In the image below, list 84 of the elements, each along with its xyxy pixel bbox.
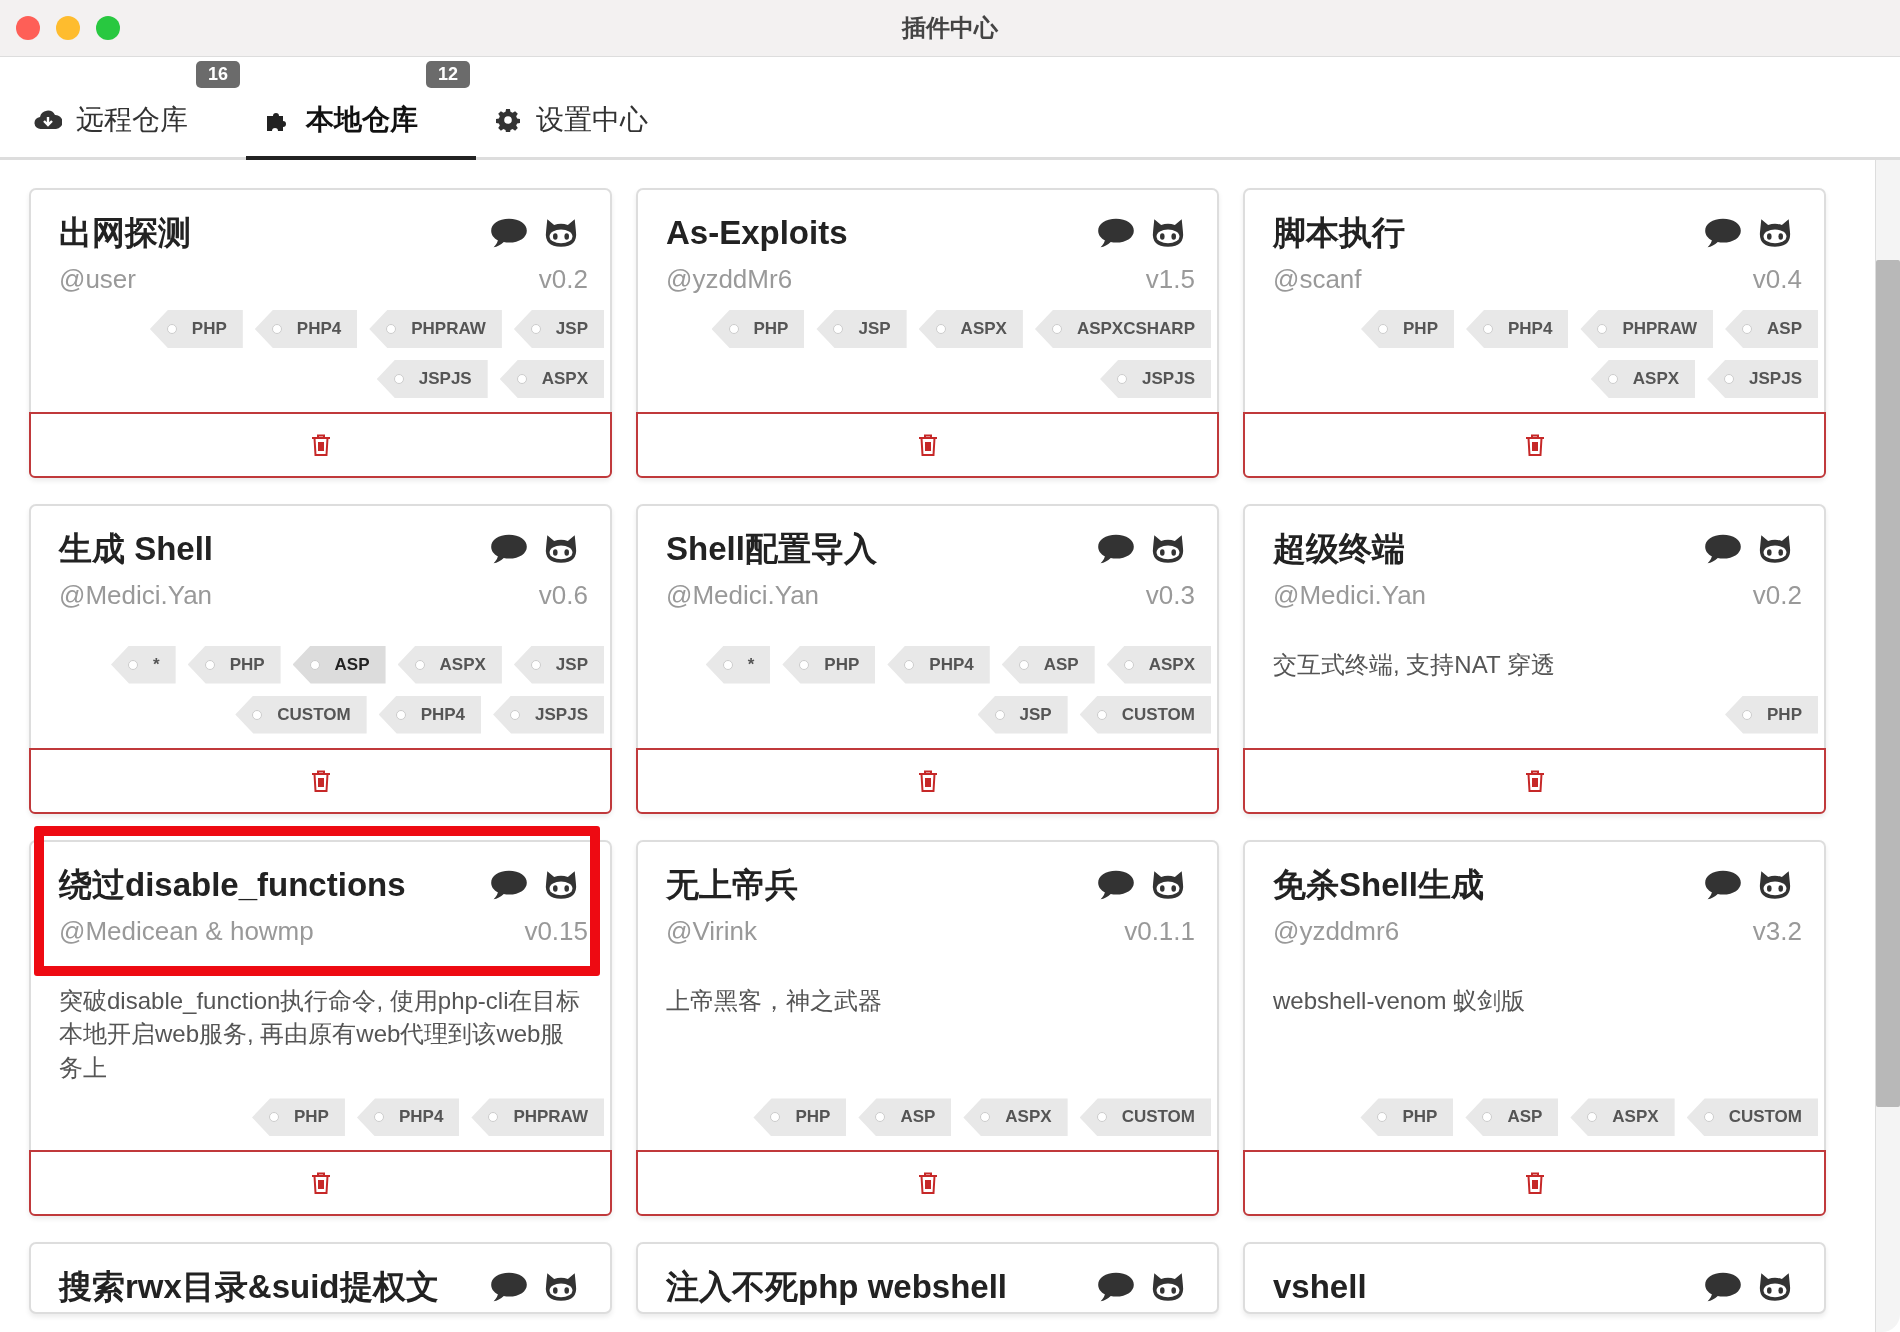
version-label: v0.15: [524, 914, 588, 948]
type-tag[interactable]: PHP4: [1466, 310, 1569, 348]
type-tag[interactable]: *: [111, 645, 176, 684]
plugin-title: 绕过disable_functions: [59, 864, 406, 905]
type-tag[interactable]: PHPRAW: [471, 1098, 604, 1137]
type-tag[interactable]: CUSTOM: [235, 695, 367, 734]
version-label: v0.3: [1145, 579, 1195, 612]
author-handle: @yzddMr6: [666, 263, 793, 296]
author-handle: @Medici.Yan: [666, 579, 820, 612]
author-handle: @user: [59, 263, 136, 296]
tab[interactable]: 本地仓库 12: [246, 57, 476, 160]
type-tag[interactable]: PHP4: [356, 1098, 460, 1137]
type-tag[interactable]: CUSTOM: [1079, 1098, 1211, 1137]
type-tag[interactable]: PHP4: [254, 310, 358, 348]
type-tag[interactable]: JSP: [977, 695, 1068, 734]
plugin-title: 脚本执行: [1273, 213, 1405, 253]
type-tag[interactable]: JSP: [513, 310, 604, 348]
plugin-title: 注入不死php webshell: [666, 1267, 1008, 1308]
type-tag[interactable]: PHPRAW: [369, 310, 502, 348]
plugin-title: 无上帝兵: [666, 864, 798, 905]
count-badge: 16: [195, 61, 240, 88]
type-tag[interactable]: PHP: [187, 645, 281, 684]
author-handle: @Virink: [666, 914, 757, 948]
type-tag[interactable]: ASP: [858, 1098, 952, 1137]
type-tag[interactable]: PHP: [252, 1098, 345, 1137]
plugin-title: 免杀Shell生成: [1273, 864, 1484, 905]
author-handle: @yzddmr6: [1273, 914, 1400, 948]
type-tag[interactable]: PHP: [1725, 695, 1818, 734]
plugin-description: 突破disable_function执行命令, 使用php-cli在目标本地开启web服务, 再由原有web代理到该web服务上: [59, 985, 582, 1083]
author-handle: @Medicean & howmp: [59, 914, 314, 948]
plugin-title: 生成 Shell: [59, 529, 214, 569]
type-tag[interactable]: PHP: [753, 1098, 847, 1137]
version-label: v0.2: [1752, 579, 1802, 612]
plugin-title: As-Exploits: [666, 213, 848, 253]
type-tag[interactable]: ASP: [1001, 645, 1095, 684]
window-title: 插件中心: [902, 13, 998, 43]
version-label: v0.4: [1752, 263, 1802, 296]
type-tag[interactable]: *: [705, 645, 771, 684]
type-tag[interactable]: ASP: [1725, 310, 1818, 348]
type-tag[interactable]: JSPJS: [1707, 360, 1818, 398]
type-tag[interactable]: ASP: [1465, 1098, 1559, 1137]
tab[interactable]: 设置中心: [476, 57, 706, 160]
type-tag[interactable]: PHP: [149, 310, 243, 348]
version-label: v0.6: [538, 579, 588, 612]
version-label: v3.2: [1752, 914, 1802, 948]
type-tag[interactable]: JSP: [816, 310, 907, 348]
type-tag[interactable]: CUSTOM: [1686, 1098, 1818, 1137]
type-tag[interactable]: JSP: [513, 645, 604, 684]
type-tag[interactable]: PHP4: [887, 645, 990, 684]
type-tag[interactable]: ASPX: [1590, 360, 1696, 398]
type-tag[interactable]: ASPX: [1106, 645, 1211, 684]
plugin-title: vshell: [1273, 1267, 1367, 1308]
tab[interactable]: 远程仓库 16: [16, 57, 246, 160]
plugin-title: Shell配置导入: [666, 529, 877, 569]
author-handle: @Medici.Yan: [59, 579, 213, 612]
type-tag[interactable]: ASPX: [1570, 1098, 1675, 1137]
type-tag[interactable]: JSPJS: [1100, 360, 1211, 398]
author-handle: @Medici.Yan: [1273, 579, 1427, 612]
author-handle: @scanf: [1273, 263, 1362, 296]
type-tag[interactable]: ASPXCSHARP: [1034, 310, 1211, 348]
plugin-description: 交互式终端, 支持NAT 穿透: [1273, 650, 1556, 680]
type-tag[interactable]: ASPX: [499, 360, 604, 398]
type-tag[interactable]: PHP: [1360, 1098, 1454, 1137]
type-tag[interactable]: ASPX: [963, 1098, 1068, 1137]
version-label: v1.5: [1145, 263, 1195, 296]
version-label: v0.2: [538, 263, 588, 296]
plugin-title: 出网探测: [59, 213, 191, 253]
plugin-description: webshell-venom 蚁剑版: [1273, 985, 1527, 1016]
count-badge: 12: [425, 61, 470, 88]
version-label: v0.1.1: [1124, 914, 1195, 948]
type-tag[interactable]: ASPX: [918, 310, 1023, 348]
type-tag[interactable]: PHPRAW: [1580, 310, 1714, 348]
plugin-title: 搜索rwx目录&suid提权文: [59, 1267, 439, 1308]
type-tag[interactable]: PHP: [782, 645, 876, 684]
type-tag[interactable]: PHP: [711, 310, 805, 348]
type-tag[interactable]: CUSTOM: [1079, 695, 1211, 734]
type-tag[interactable]: PHP4: [378, 695, 482, 734]
plugin-description: 上帝黑客，神之武器: [666, 985, 883, 1016]
type-tag[interactable]: JSPJS: [376, 360, 488, 398]
type-tag[interactable]: ASP: [292, 645, 386, 684]
type-tag[interactable]: ASPX: [397, 645, 502, 684]
plugin-title: 超级终端: [1273, 529, 1405, 569]
type-tag[interactable]: PHP: [1361, 310, 1454, 348]
type-tag[interactable]: JSPJS: [493, 695, 604, 734]
